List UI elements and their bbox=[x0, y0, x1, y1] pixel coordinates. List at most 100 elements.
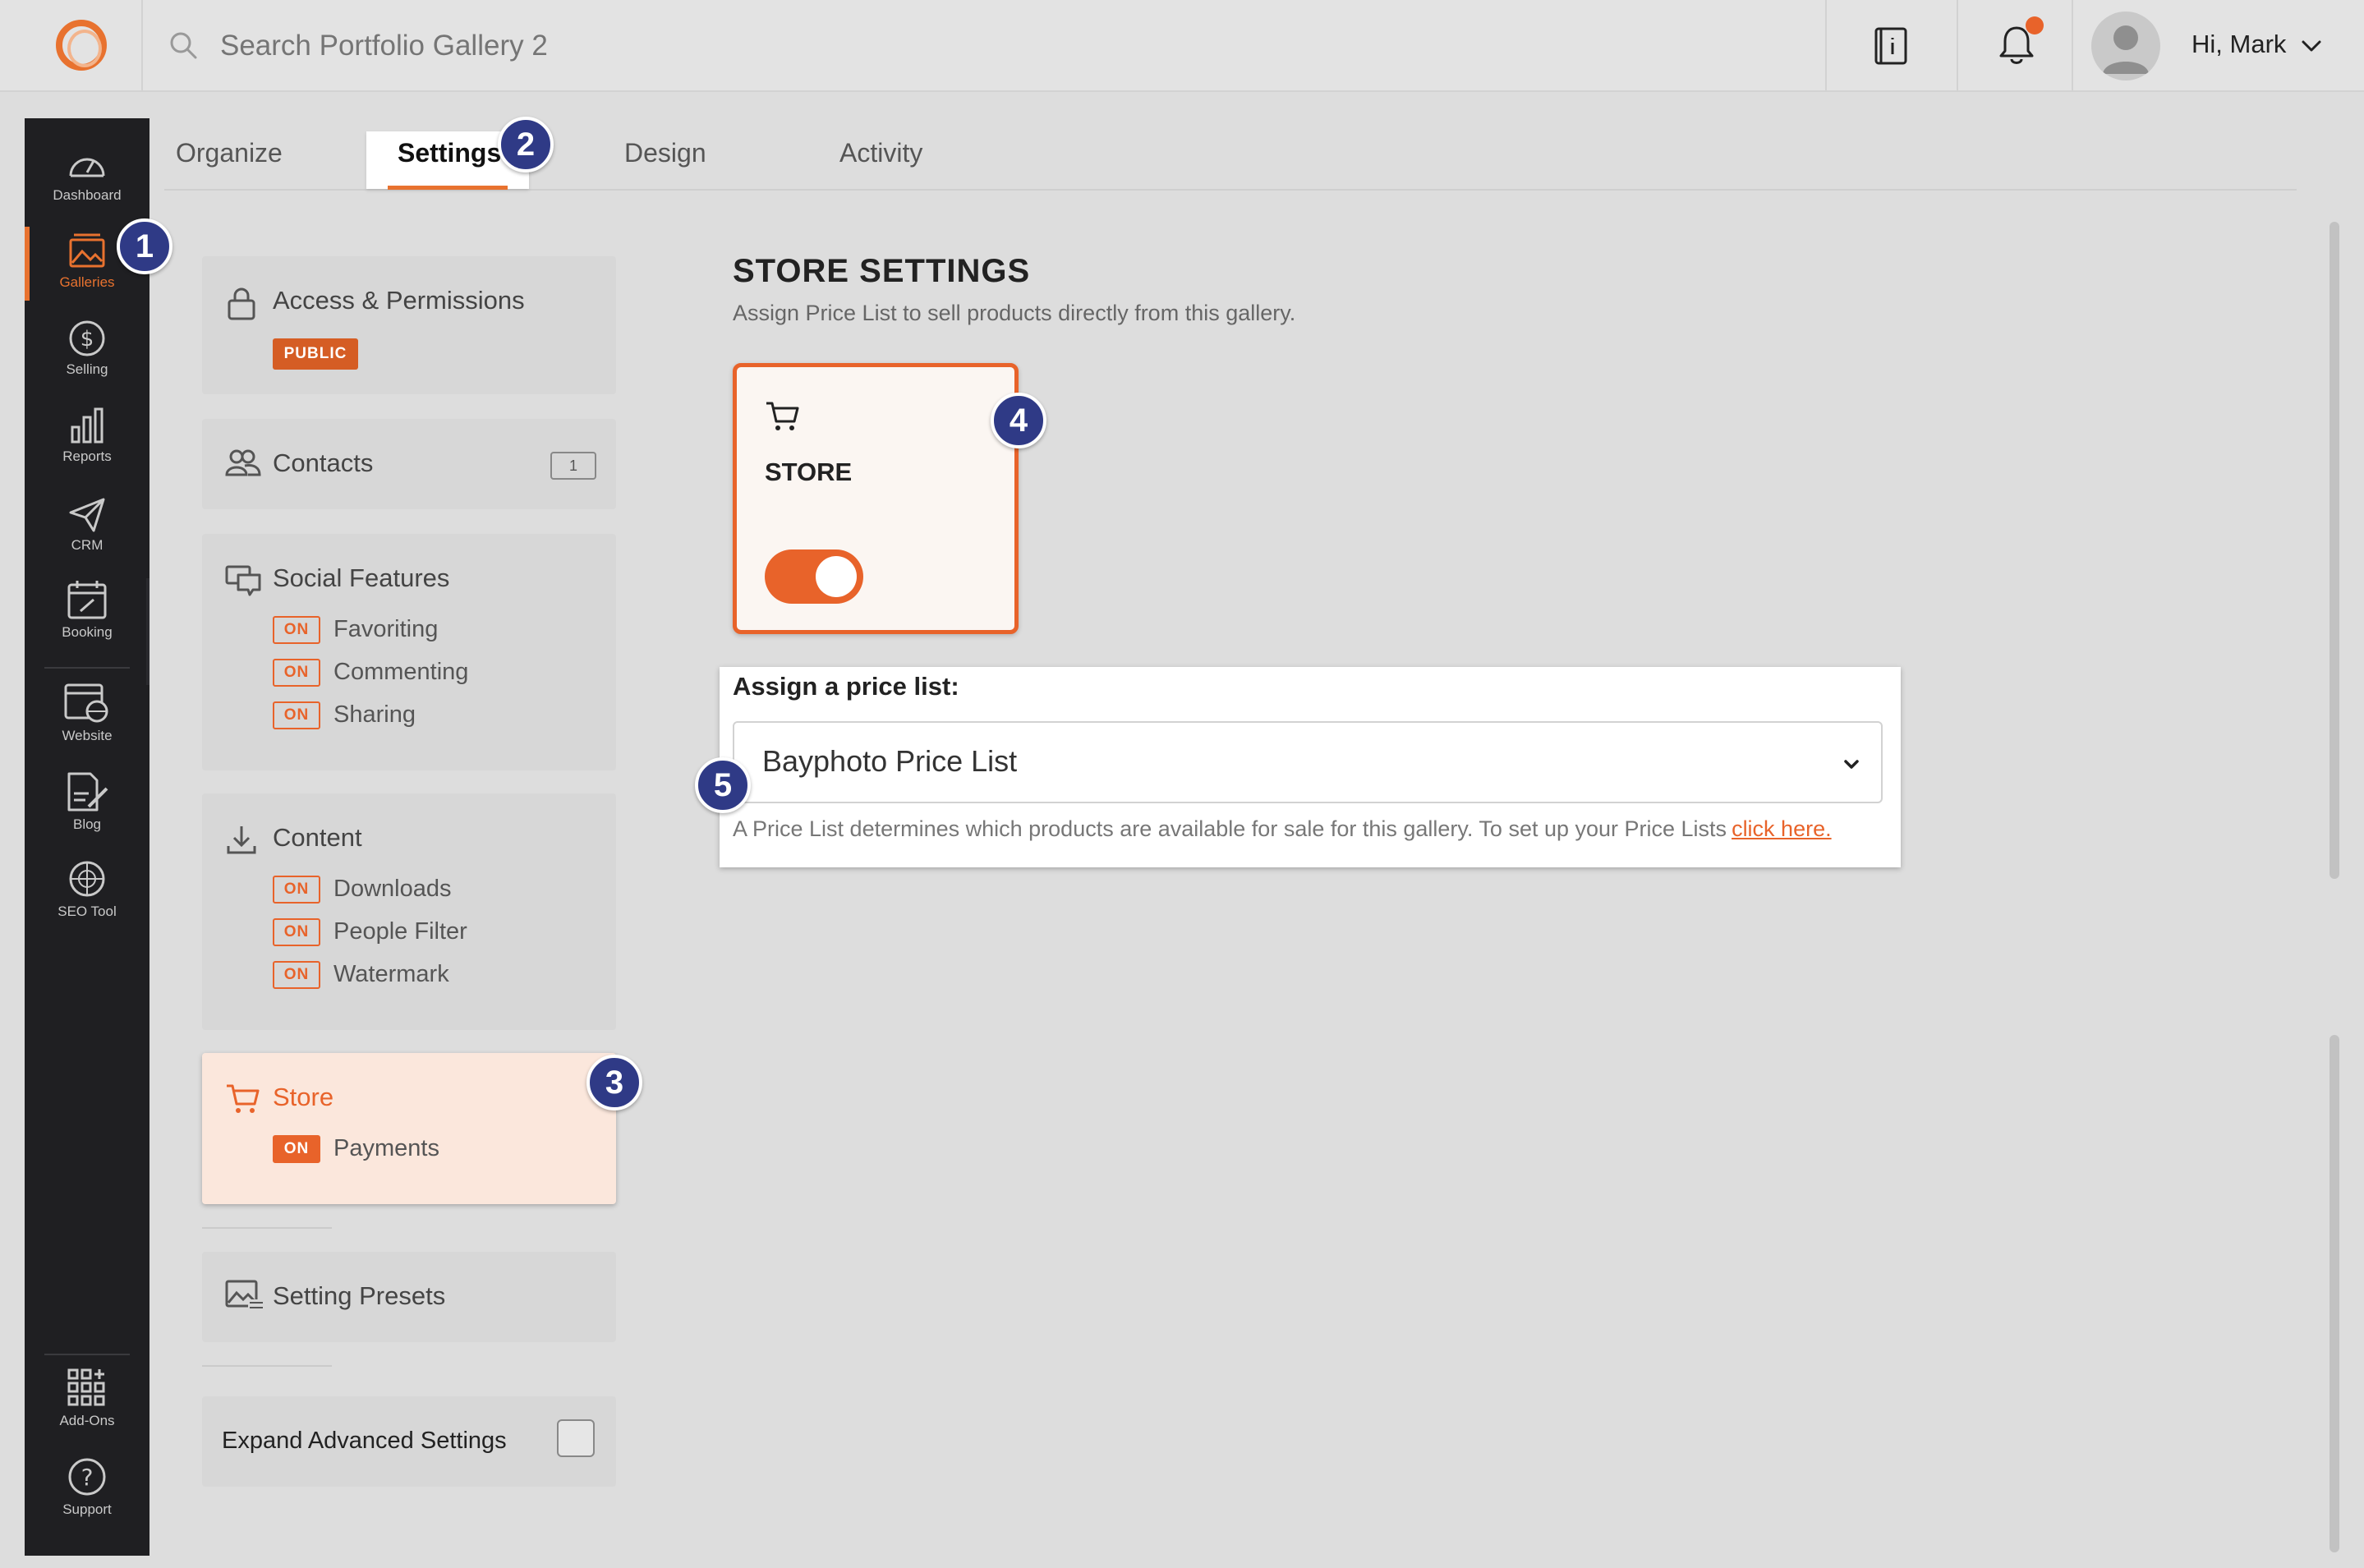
step-marker-4: 4 bbox=[991, 393, 1046, 448]
status-badge: ON bbox=[273, 1135, 320, 1163]
price-list-help: A Price List determines which products a… bbox=[733, 816, 1832, 842]
svg-text:$: $ bbox=[80, 327, 94, 352]
section-heading: STORE SETTINGS bbox=[733, 253, 1031, 289]
nav-label: Blog bbox=[72, 816, 102, 832]
toggle-knob bbox=[816, 556, 857, 597]
chevron-down-icon bbox=[1844, 760, 1859, 769]
nav-separator bbox=[44, 667, 130, 669]
blog-icon bbox=[67, 772, 108, 812]
advanced-settings-checkbox[interactable] bbox=[557, 1419, 595, 1457]
tab-design[interactable]: Design bbox=[624, 138, 706, 168]
avatar[interactable] bbox=[2091, 11, 2160, 80]
tab-activity[interactable]: Activity bbox=[839, 138, 922, 168]
status-badge: ON bbox=[273, 961, 320, 989]
feature-label: Watermark bbox=[333, 961, 449, 987]
seo-globe-icon bbox=[69, 861, 105, 897]
feature-label: Downloads bbox=[333, 876, 452, 902]
user-greeting[interactable]: Hi, Mark bbox=[2192, 30, 2286, 59]
chat-bubbles-icon bbox=[225, 565, 261, 596]
calendar-icon bbox=[67, 581, 107, 619]
status-badge: ON bbox=[273, 616, 320, 644]
menu-separator bbox=[202, 1227, 332, 1229]
card-title: Social Features bbox=[273, 563, 450, 592]
lock-icon bbox=[228, 287, 255, 320]
contacts-icon bbox=[225, 449, 261, 476]
question-icon: ? bbox=[68, 1458, 106, 1496]
nav-separator bbox=[44, 1354, 130, 1355]
card-title: Contacts bbox=[273, 448, 374, 477]
price-list-panel: Assign a price list: Bayphoto Price List… bbox=[720, 667, 1901, 867]
tab-organize[interactable]: Organize bbox=[176, 138, 283, 168]
cart-icon bbox=[766, 402, 799, 430]
status-badge: ON bbox=[273, 701, 320, 729]
nav-label: CRM bbox=[71, 537, 103, 553]
brand-logo[interactable] bbox=[56, 20, 107, 71]
price-list-label: Assign a price list: bbox=[733, 672, 959, 701]
nav-item-support[interactable]: ? Support bbox=[25, 1455, 149, 1518]
scrollbar-thumb[interactable] bbox=[2330, 1035, 2339, 1552]
nav-item-crm[interactable]: CRM bbox=[25, 494, 149, 554]
tab-settings[interactable]: Settings bbox=[398, 138, 501, 168]
store-toggle-tile[interactable]: STORE bbox=[733, 363, 1019, 634]
status-badge: ON bbox=[273, 659, 320, 687]
feature-label: Commenting bbox=[333, 659, 469, 685]
price-list-setup-link[interactable]: click here. bbox=[1732, 816, 1832, 841]
help-book-icon[interactable] bbox=[1873, 26, 1911, 66]
grid-plus-icon bbox=[67, 1368, 105, 1406]
top-divider bbox=[2072, 0, 2073, 92]
store-toggle-switch[interactable] bbox=[765, 549, 863, 604]
paper-plane-icon bbox=[69, 498, 105, 532]
price-list-select[interactable]: Bayphoto Price List bbox=[733, 721, 1883, 803]
nav-label: Add-Ons bbox=[59, 1413, 115, 1428]
step-marker-1: 1 bbox=[117, 218, 172, 274]
nav-item-selling[interactable]: $ Selling bbox=[25, 319, 149, 378]
gallery-icon bbox=[69, 233, 105, 268]
gauge-icon bbox=[69, 158, 105, 177]
price-list-selected-value: Bayphoto Price List bbox=[762, 744, 1018, 778]
nav-item-dashboard[interactable]: Dashboard bbox=[25, 145, 149, 204]
nav-item-add-ons[interactable]: Add-Ons bbox=[25, 1367, 149, 1429]
nav-item-booking[interactable]: Booking bbox=[25, 578, 149, 641]
scrollbar-thumb[interactable] bbox=[2330, 222, 2339, 879]
logo-cell bbox=[0, 0, 143, 92]
section-description: Assign Price List to sell products direc… bbox=[733, 301, 1296, 325]
feature-label: Payments bbox=[333, 1135, 439, 1161]
card-title: Access & Permissions bbox=[273, 286, 525, 315]
feature-label: People Filter bbox=[333, 918, 467, 945]
nav-label: Galleries bbox=[59, 274, 115, 290]
step-marker-3: 3 bbox=[586, 1055, 642, 1110]
search-input[interactable] bbox=[220, 25, 1288, 67]
nav-item-seo-tool[interactable]: SEO Tool bbox=[25, 858, 149, 920]
settings-card-content[interactable]: Content ON Downloads ON People Filter ON… bbox=[202, 793, 616, 1030]
card-title: Content bbox=[273, 823, 362, 852]
settings-card-presets[interactable]: Setting Presets bbox=[202, 1252, 616, 1342]
status-badge: ON bbox=[273, 876, 320, 904]
search-icon bbox=[170, 32, 197, 59]
top-divider bbox=[1825, 0, 1827, 92]
nav-item-reports[interactable]: Reports bbox=[25, 406, 149, 465]
svg-text:?: ? bbox=[81, 1464, 94, 1491]
status-badge: ON bbox=[273, 918, 320, 946]
tab-active-underline bbox=[388, 186, 508, 190]
nav-item-website[interactable]: Website bbox=[25, 682, 149, 744]
settings-card-store[interactable]: Store ON Payments bbox=[202, 1053, 616, 1204]
step-marker-2: 2 bbox=[498, 117, 554, 172]
settings-card-access[interactable]: Access & Permissions PUBLIC bbox=[202, 256, 616, 394]
top-bar: Hi, Mark bbox=[0, 0, 2364, 92]
nav-label: Selling bbox=[66, 361, 108, 377]
cart-icon bbox=[227, 1084, 260, 1113]
presets-image-icon bbox=[225, 1280, 263, 1311]
nav-item-blog[interactable]: Blog bbox=[25, 770, 149, 833]
chevron-down-icon[interactable] bbox=[2300, 34, 2323, 57]
price-list-help-text: A Price List determines which products a… bbox=[733, 816, 1727, 841]
advanced-settings-label: Expand Advanced Settings bbox=[222, 1428, 507, 1454]
notification-dot bbox=[2026, 16, 2044, 34]
nav-active-indicator bbox=[25, 227, 30, 301]
feature-label: Favoriting bbox=[333, 616, 439, 642]
user-silhouette-icon bbox=[2103, 25, 2149, 74]
card-title: Setting Presets bbox=[273, 1281, 446, 1310]
website-icon bbox=[64, 683, 108, 723]
settings-card-social[interactable]: Social Features ON Favoriting ON Comment… bbox=[202, 534, 616, 770]
nav-label: Booking bbox=[62, 624, 113, 640]
nav-label: Website bbox=[62, 728, 113, 743]
